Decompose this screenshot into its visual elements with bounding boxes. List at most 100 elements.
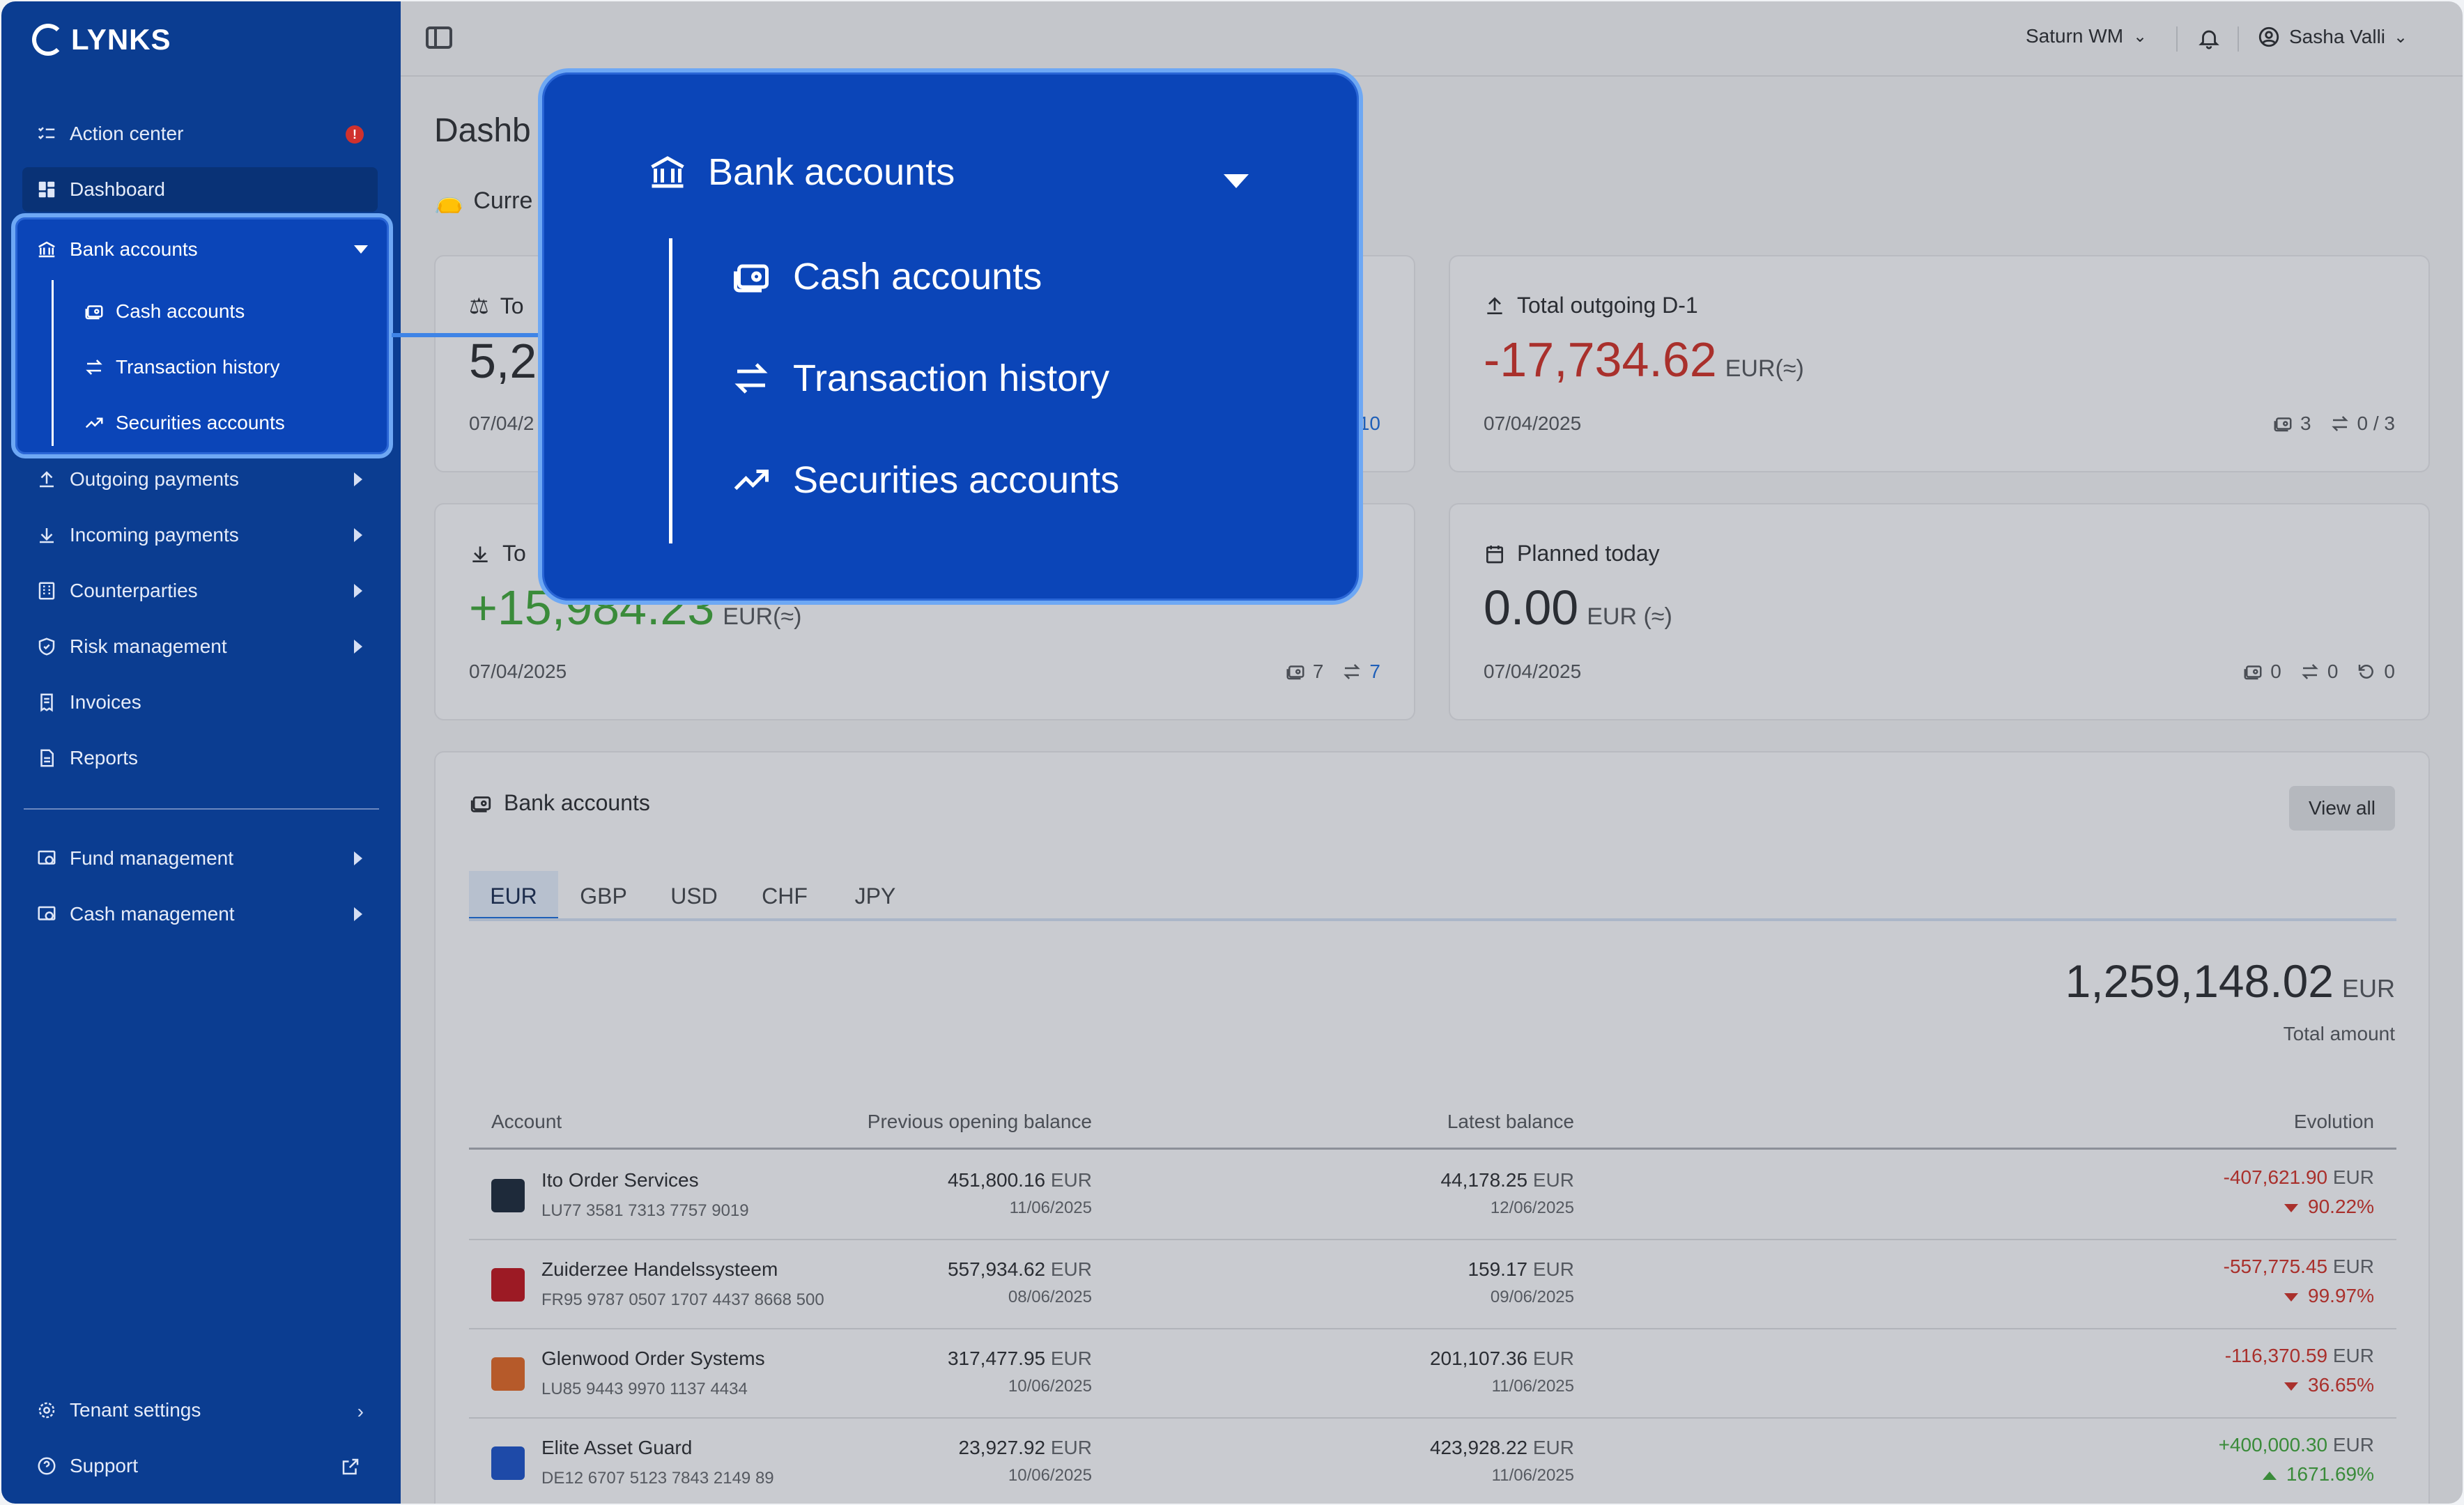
help-icon [35, 1454, 59, 1478]
evolution-value: -116,370.59 [2224, 1345, 2328, 1366]
card-header: ⚖ To [469, 293, 523, 319]
table-row[interactable]: Elite Asset Guard DE12 6707 5123 7843 214… [469, 1419, 2396, 1504]
sidebar-subitem-securities-accounts[interactable]: Securities accounts [82, 406, 285, 440]
sidebar-item-label: Counterparties [70, 580, 198, 601]
sidebar-item-bank-accounts[interactable]: Bank accounts [22, 227, 385, 272]
shield-icon [35, 635, 59, 658]
wallet-icon [2274, 417, 2292, 432]
accounts-count: 0 [2270, 661, 2281, 682]
currency-unit: EUR [1532, 1348, 1574, 1369]
sidebar-item-risk-management[interactable]: Risk management [22, 624, 378, 669]
user-menu[interactable]: Sasha Valli ⌄ [2257, 25, 2408, 49]
tab-chf[interactable]: CHF [739, 871, 830, 921]
sidebar-item-counterparties[interactable]: Counterparties [22, 569, 378, 613]
sidebar-subitem-transaction-history[interactable]: Transaction history [82, 350, 280, 385]
amount-value: 0.00 [1484, 580, 1579, 635]
sidebar-subitem-label: Securities accounts [116, 412, 285, 433]
sidebar-item-cash-management[interactable]: Cash management [22, 892, 378, 936]
currency-unit: EUR [1532, 1437, 1574, 1458]
latest-balance: 201,107.36 EUR 11/06/2025 [1430, 1348, 1574, 1396]
sidebar-item-reports[interactable]: Reports [22, 736, 378, 780]
caret-down-icon[interactable] [1224, 174, 1249, 188]
zoom-bank-accounts[interactable]: Bank accounts [647, 150, 955, 194]
amount-value: -17,734.62 [1484, 332, 1717, 387]
zoom-item-cash-accounts[interactable]: Cash accounts [730, 255, 1042, 298]
column-evolution[interactable]: Evolution [2294, 1111, 2374, 1133]
account-name: Glenwood Order Systems [541, 1348, 765, 1369]
download-icon [35, 523, 59, 547]
sidebar-item-action-center[interactable]: Action center ! [22, 111, 378, 156]
currency-unit: EUR [2332, 1166, 2374, 1188]
transactions-stat: 0 [2298, 661, 2338, 683]
percent-value: 36.65% [2308, 1374, 2374, 1396]
sidebar-subitem-label: Transaction history [116, 356, 280, 378]
sidebar-subitem-cash-accounts[interactable]: Cash accounts [82, 294, 245, 329]
latest-balance-date: 11/06/2025 [1491, 1466, 1574, 1485]
zoom-item-securities-accounts[interactable]: Securities accounts [730, 458, 1119, 502]
card-title: Total outgoing D-1 [1517, 293, 1698, 318]
transactions-count[interactable]: 7 [1369, 661, 1380, 683]
caret-right-icon [354, 584, 362, 598]
bank-logo [491, 1446, 525, 1480]
refresh-icon [2359, 664, 2374, 679]
table-row[interactable]: Ito Order Services LU77 3581 7313 7757 90… [469, 1151, 2396, 1240]
zoom-item-transaction-history[interactable]: Transaction history [730, 357, 1109, 400]
building-icon [35, 579, 59, 603]
sidebar-item-support[interactable]: Support [22, 1444, 378, 1488]
sidebar-item-invoices[interactable]: Invoices [22, 680, 378, 725]
money-bag-icon: 👝 [434, 187, 464, 214]
card-total-outgoing[interactable]: Total outgoing D-1 -17,734.62 EUR(≈) 07/0… [1449, 255, 2430, 472]
previous-balance: 557,934.62 EUR 08/06/2025 [948, 1258, 1092, 1307]
tab-usd[interactable]: USD [649, 871, 739, 921]
bank-icon [35, 238, 59, 261]
submenu-line [52, 280, 54, 446]
total-unit: EUR [2341, 974, 2395, 1003]
table-row[interactable]: Zuiderzee Handelssysteem FR95 9787 0507 1… [469, 1240, 2396, 1329]
report-icon [35, 746, 59, 770]
sidebar-item-incoming-payments[interactable]: Incoming payments [22, 513, 378, 557]
card-planned-today[interactable]: Planned today 0.00 EUR (≈) 07/04/2025 0 0… [1449, 503, 2430, 720]
topbar-separator [2176, 26, 2178, 52]
trending-up-icon [82, 412, 106, 433]
sidebar-item-tenant-settings[interactable]: Tenant settings › [22, 1388, 378, 1433]
bell-icon[interactable] [2197, 26, 2221, 50]
caret-down-icon[interactable] [354, 245, 368, 254]
total-amount: 1,259,148.02 EUR [2065, 955, 2395, 1008]
card-header: Planned today [1484, 541, 1660, 566]
sidebar-item-dashboard[interactable]: Dashboard [22, 167, 378, 212]
sidebar-item-label: Bank accounts [70, 238, 198, 260]
card-header: To [469, 541, 526, 566]
arrow-down-icon [2284, 1292, 2299, 1302]
table-row[interactable]: Glenwood Order Systems LU85 9443 9970 113… [469, 1329, 2396, 1419]
tab-gbp[interactable]: GBP [558, 871, 649, 921]
transfer-icon [2302, 664, 2318, 679]
previous-balance: 317,477.95 EUR 10/06/2025 [948, 1348, 1092, 1396]
tab-eur[interactable]: EUR [469, 871, 558, 921]
evolution: -116,370.59 EUR 36.65% [2225, 1345, 2374, 1396]
sidebar-item-label: Reports [70, 747, 139, 769]
top-bar: Saturn WM ⌄ Sasha Valli ⌄ [401, 1, 2463, 77]
sidebar-item-fund-management[interactable]: Fund management [22, 836, 378, 881]
view-all-button[interactable]: View all [2289, 786, 2395, 831]
amount-unit: EUR (≈) [1587, 603, 1672, 630]
column-account[interactable]: Account [491, 1111, 562, 1133]
account-name: Elite Asset Guard [541, 1437, 693, 1458]
tab-jpy[interactable]: JPY [830, 871, 921, 921]
sidebar-item-label: Tenant settings [70, 1399, 201, 1421]
sidebar-item-label: Invoices [70, 691, 141, 713]
column-latest-balance[interactable]: Latest balance [1447, 1111, 1574, 1133]
sidebar-toggle-icon[interactable] [426, 26, 452, 49]
caret-right-icon [354, 640, 362, 654]
column-previous-balance[interactable]: Previous opening balance [868, 1111, 1092, 1133]
sidebar-item-outgoing-payments[interactable]: Outgoing payments [22, 457, 378, 502]
card-amount: -17,734.62 EUR(≈) [1484, 332, 1804, 387]
brand-logo[interactable]: LYNKS [32, 22, 171, 57]
previous-balance: 23,927.92 EUR 10/06/2025 [959, 1437, 1092, 1485]
gear-icon [35, 1398, 59, 1422]
tenant-selector[interactable]: Saturn WM ⌄ [2026, 25, 2147, 47]
bank-logo [491, 1357, 525, 1391]
card-date: 07/04/2025 [1484, 661, 1582, 682]
card-amount: 0.00 EUR (≈) [1484, 580, 1672, 635]
transfer-icon [1343, 664, 1361, 679]
amount-unit: EUR(≈) [1725, 355, 1804, 382]
